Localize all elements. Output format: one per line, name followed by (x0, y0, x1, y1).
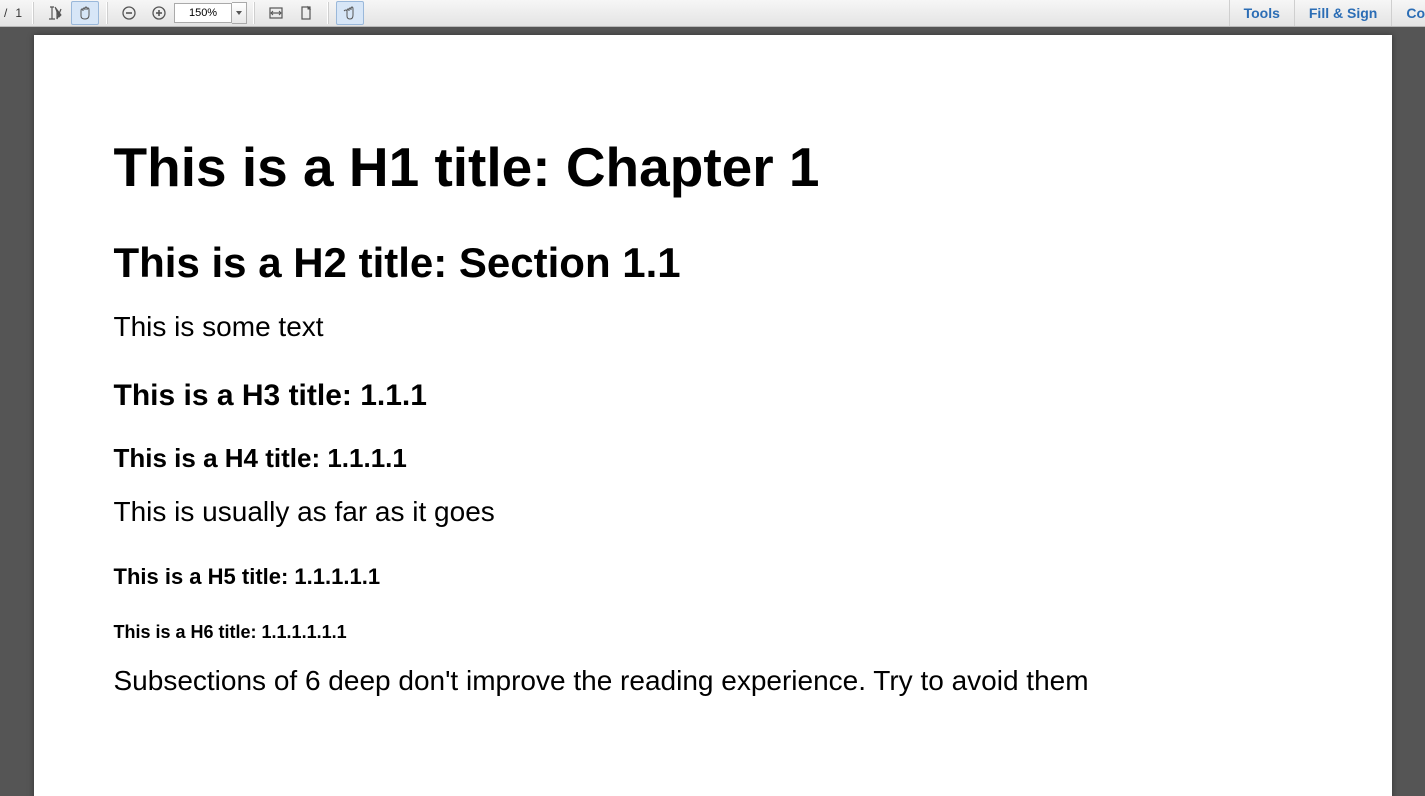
chevron-down-icon (236, 11, 242, 15)
toolbar-separator (253, 2, 255, 24)
doc-heading-5: This is a H5 title: 1.1.1.1.1 (114, 564, 1312, 590)
doc-heading-6: This is a H6 title: 1.1.1.1.1.1 (114, 622, 1312, 643)
hand-icon (77, 5, 93, 21)
zoom-out-icon (121, 5, 137, 21)
fit-width-icon (268, 5, 284, 21)
toolbar-separator (327, 2, 329, 24)
toolbar-separator (106, 2, 108, 24)
toolbar: / 1 (0, 0, 1425, 27)
doc-heading-3: This is a H3 title: 1.1.1 (114, 379, 1312, 413)
page-count-total: 1 (11, 6, 26, 20)
zoom-control (174, 2, 247, 24)
zoom-dropdown[interactable] (232, 2, 247, 24)
zoom-in-icon (151, 5, 167, 21)
fit-page-button[interactable] (292, 1, 320, 25)
hand-tool[interactable] (71, 1, 99, 25)
document-viewport[interactable]: This is a H1 title: Chapter 1 This is a … (0, 27, 1425, 796)
fit-page-icon (298, 5, 314, 21)
comment-panel-button[interactable]: Co (1391, 0, 1425, 26)
fill-sign-panel-button[interactable]: Fill & Sign (1294, 0, 1391, 26)
read-mode-icon (342, 5, 358, 21)
doc-heading-4: This is a H4 title: 1.1.1.1 (114, 443, 1312, 474)
toolbar-separator (32, 2, 34, 24)
zoom-out-button[interactable] (115, 1, 143, 25)
doc-paragraph: This is some text (114, 311, 1312, 343)
document-page: This is a H1 title: Chapter 1 This is a … (34, 35, 1392, 796)
doc-paragraph: This is usually as far as it goes (114, 496, 1312, 528)
fit-width-button[interactable] (262, 1, 290, 25)
doc-heading-1: This is a H1 title: Chapter 1 (114, 135, 1312, 199)
toolbar-right: Tools Fill & Sign Co (1229, 0, 1425, 26)
doc-heading-2: This is a H2 title: Section 1.1 (114, 239, 1312, 287)
zoom-input[interactable] (174, 3, 232, 23)
read-mode-button[interactable] (336, 1, 364, 25)
doc-paragraph: Subsections of 6 deep don't improve the … (114, 665, 1312, 697)
page-count-prefix: / (0, 6, 11, 20)
text-select-icon (47, 5, 63, 21)
zoom-in-button[interactable] (145, 1, 173, 25)
text-select-tool[interactable] (41, 1, 69, 25)
toolbar-left: / 1 (0, 0, 365, 26)
tools-panel-button[interactable]: Tools (1229, 0, 1294, 26)
